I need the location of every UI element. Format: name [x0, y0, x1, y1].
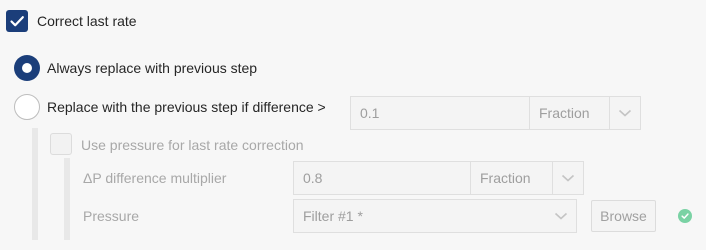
always-replace-radio[interactable] — [14, 55, 40, 81]
dp-multiplier-value: 0.8 — [303, 170, 323, 186]
chevron-down-icon — [618, 109, 632, 117]
checkmark-icon — [681, 213, 689, 219]
chevron-down-icon — [561, 174, 575, 182]
chevron-down-icon — [554, 212, 568, 220]
correct-last-rate-label: Correct last rate — [37, 13, 137, 29]
indent-bar-outer — [32, 128, 38, 240]
replace-if-difference-radio[interactable] — [14, 94, 40, 120]
dp-multiplier-input[interactable]: 0.8 — [293, 161, 471, 195]
use-pressure-label: Use pressure for last rate correction — [81, 137, 304, 153]
pressure-select-text: Filter #1 * — [303, 208, 363, 224]
dropdown-arrow — [546, 200, 576, 232]
use-pressure-checkbox[interactable] — [50, 133, 72, 155]
correct-last-rate-checkbox[interactable] — [6, 10, 28, 32]
browse-button[interactable]: Browse — [591, 200, 656, 232]
dropdown-arrow — [552, 162, 583, 194]
dp-unit-text: Fraction — [480, 170, 531, 186]
radio-dot — [22, 63, 32, 73]
pressure-select[interactable]: Filter #1 * — [293, 199, 577, 233]
difference-unit-text: Fraction — [539, 105, 590, 121]
checkmark-icon — [10, 16, 24, 27]
indent-bar-inner — [64, 158, 70, 240]
dp-unit-select[interactable]: Fraction — [470, 161, 584, 195]
pressure-label: Pressure — [83, 208, 140, 224]
always-replace-label: Always replace with previous step — [47, 60, 258, 76]
dropdown-arrow — [609, 97, 640, 129]
difference-unit-select[interactable]: Fraction — [529, 96, 641, 130]
dp-multiplier-label: ΔP difference multiplier — [83, 170, 227, 186]
status-ok-icon — [678, 209, 692, 223]
difference-value-text: 0.1 — [360, 105, 380, 121]
replace-if-difference-label: Replace with the previous step if differ… — [47, 99, 326, 115]
difference-value-input[interactable]: 0.1 — [350, 96, 530, 130]
